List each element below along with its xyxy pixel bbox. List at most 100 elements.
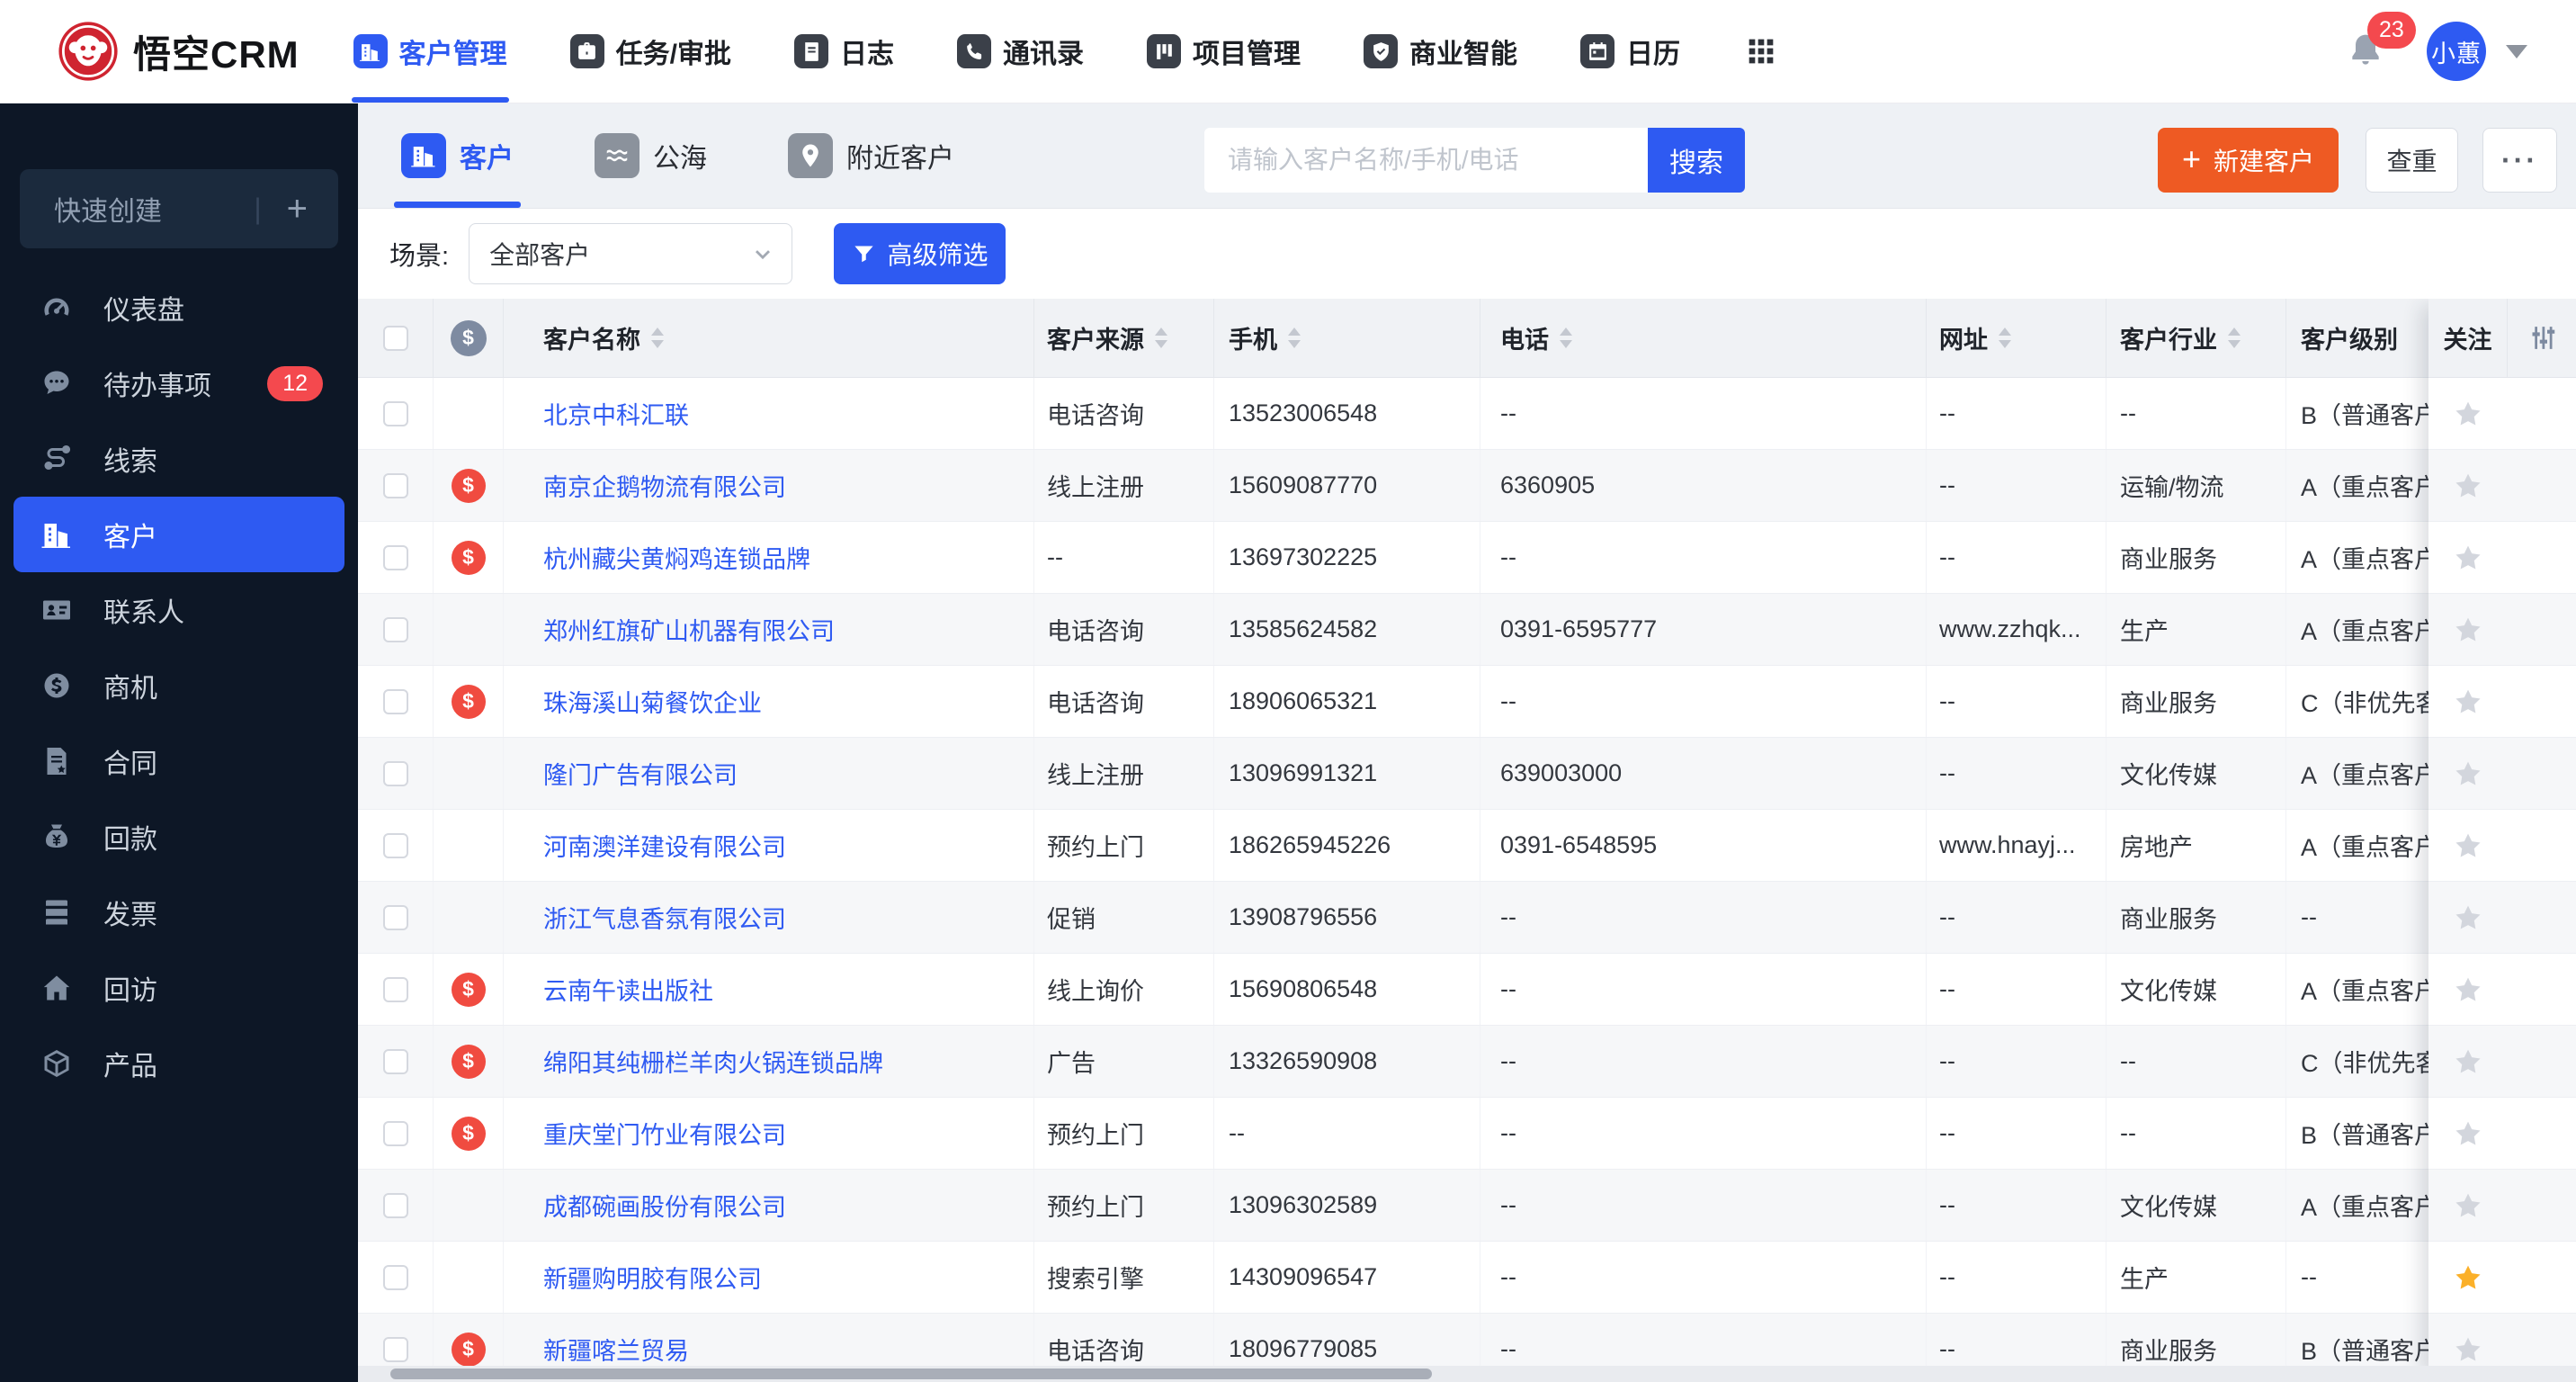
- column-header-电话[interactable]: 电话: [1480, 299, 1927, 377]
- row-checkbox[interactable]: [382, 1336, 408, 1362]
- fixed-row: [2428, 1170, 2576, 1242]
- row-checkbox[interactable]: [382, 472, 408, 498]
- follow-star-icon[interactable]: [2428, 615, 2508, 645]
- follow-star-icon[interactable]: [2428, 830, 2508, 861]
- cell-value: 639003000: [1500, 759, 1623, 786]
- plus-icon[interactable]: +: [287, 191, 308, 227]
- sidebar-item-仪表盘[interactable]: 仪表盘: [13, 270, 344, 346]
- row-checkbox[interactable]: [382, 544, 408, 570]
- scene-select[interactable]: 全部客户: [469, 223, 793, 284]
- follow-star-icon[interactable]: [2428, 1118, 2508, 1149]
- avatar[interactable]: 小蕙: [2427, 22, 2486, 81]
- column-header-select[interactable]: [358, 299, 434, 377]
- customer-name-link[interactable]: 浙江气息香氛有限公司: [543, 900, 786, 935]
- sort-arrows-icon[interactable]: [1560, 328, 1572, 348]
- row-checkbox[interactable]: [382, 616, 408, 642]
- sort-arrows-icon[interactable]: [2228, 328, 2241, 348]
- sort-arrows-icon[interactable]: [651, 328, 664, 348]
- customer-name-link[interactable]: 云南午读出版社: [543, 972, 713, 1007]
- cell-name: 成都碗画股份有限公司: [504, 1170, 1034, 1241]
- row-checkbox[interactable]: [382, 688, 408, 714]
- column-header-客户来源[interactable]: 客户来源: [1034, 299, 1214, 377]
- row-checkbox[interactable]: [382, 976, 408, 1002]
- follow-star-icon[interactable]: [2428, 1334, 2508, 1365]
- sidebar-item-发票[interactable]: 发票: [13, 875, 344, 950]
- horizontal-scrollbar-thumb[interactable]: [390, 1369, 1432, 1379]
- dedupe-button[interactable]: 查重: [2366, 128, 2458, 193]
- notifications-bell-icon[interactable]: 23: [2346, 12, 2416, 71]
- row-checkbox[interactable]: [382, 760, 408, 786]
- nav-item-日历[interactable]: 日历: [1580, 0, 1680, 103]
- row-checkbox[interactable]: [382, 1264, 408, 1290]
- customer-name-link[interactable]: 南京企鹅物流有限公司: [543, 468, 786, 503]
- apps-grid-icon[interactable]: [1743, 33, 1779, 69]
- follow-star-icon[interactable]: [2428, 974, 2508, 1005]
- search-button[interactable]: 搜索: [1648, 128, 1745, 193]
- customer-name-link[interactable]: 郑州红旗矿山机器有限公司: [543, 612, 835, 647]
- tab-附近客户[interactable]: 附近客户: [788, 103, 954, 208]
- column-header-手机[interactable]: 手机: [1214, 299, 1480, 377]
- customer-name-link[interactable]: 杭州藏尖黄焖鸡连锁品牌: [543, 540, 810, 575]
- customer-name-link[interactable]: 新疆购明胶有限公司: [543, 1260, 762, 1295]
- customer-name-link[interactable]: 河南澳洋建设有限公司: [543, 828, 786, 863]
- avatar-caret-down-icon[interactable]: [2506, 44, 2527, 58]
- customer-name-link[interactable]: 珠海溪山菊餐饮企业: [543, 684, 762, 719]
- column-header-money[interactable]: $: [434, 299, 504, 377]
- follow-star-icon[interactable]: [2428, 1262, 2508, 1293]
- more-actions-button[interactable]: ···: [2482, 128, 2557, 193]
- follow-star-icon[interactable]: [2428, 471, 2508, 501]
- follow-star-icon[interactable]: [2428, 1190, 2508, 1221]
- fixed-row: [2428, 666, 2576, 738]
- row-checkbox[interactable]: [382, 1120, 408, 1146]
- column-settings-button[interactable]: [2508, 299, 2576, 377]
- shield-check-icon: [1364, 34, 1398, 68]
- customer-name-link[interactable]: 成都碗画股份有限公司: [543, 1188, 786, 1223]
- sidebar-item-回访[interactable]: 回访: [13, 950, 344, 1026]
- sidebar-item-商机[interactable]: 商机: [13, 648, 344, 723]
- sidebar-item-回款[interactable]: 回款: [13, 799, 344, 875]
- sidebar-item-联系人[interactable]: 联系人: [13, 572, 344, 648]
- customer-name-link[interactable]: 新疆喀兰贸易: [543, 1332, 689, 1367]
- customer-name-link[interactable]: 重庆堂门竹业有限公司: [543, 1116, 786, 1151]
- nav-item-通讯录[interactable]: 通讯录: [957, 0, 1084, 103]
- search-input[interactable]: [1204, 128, 1648, 193]
- new-customer-button[interactable]: + 新建客户: [2158, 128, 2339, 193]
- row-checkbox[interactable]: [382, 832, 408, 858]
- sidebar-item-产品[interactable]: 产品: [13, 1026, 344, 1101]
- sidebar-item-待办事项[interactable]: 待办事项 12: [13, 346, 344, 421]
- sidebar-item-合同[interactable]: 合同: [13, 723, 344, 799]
- sidebar-item-客户[interactable]: 客户: [13, 497, 344, 572]
- customer-name-link[interactable]: 绵阳其纯栅栏羊肉火锅连锁品牌: [543, 1044, 883, 1079]
- nav-item-商业智能[interactable]: 商业智能: [1364, 0, 1517, 103]
- sort-arrows-icon[interactable]: [1999, 328, 2011, 348]
- sort-arrows-icon[interactable]: [1155, 328, 1167, 348]
- cell-money: [434, 1170, 504, 1241]
- quick-create-button[interactable]: 快速创建 | +: [20, 169, 338, 248]
- header-checkbox[interactable]: [382, 325, 408, 351]
- column-header-客户名称[interactable]: 客户名称: [504, 299, 1034, 377]
- row-checkbox[interactable]: [382, 400, 408, 426]
- follow-star-icon[interactable]: [2428, 543, 2508, 573]
- sidebar-item-线索[interactable]: 线索: [13, 421, 344, 497]
- sort-arrows-icon[interactable]: [1288, 328, 1301, 348]
- row-checkbox[interactable]: [382, 904, 408, 930]
- column-header-网址[interactable]: 网址: [1927, 299, 2106, 377]
- follow-star-icon[interactable]: [2428, 687, 2508, 717]
- nav-item-项目管理[interactable]: 项目管理: [1147, 0, 1301, 103]
- nav-item-客户管理[interactable]: 客户管理: [351, 0, 509, 103]
- customer-name-link[interactable]: 隆门广告有限公司: [543, 756, 738, 791]
- advanced-filter-button[interactable]: 高级筛选: [834, 223, 1006, 284]
- tab-公海[interactable]: 公海: [595, 103, 707, 208]
- tab-客户[interactable]: 客户: [394, 103, 521, 208]
- plus-icon: +: [2181, 139, 2201, 177]
- follow-star-icon[interactable]: [2428, 1046, 2508, 1077]
- nav-item-日志[interactable]: 日志: [794, 0, 894, 103]
- row-checkbox[interactable]: [382, 1048, 408, 1074]
- row-checkbox[interactable]: [382, 1192, 408, 1218]
- follow-star-icon[interactable]: [2428, 399, 2508, 429]
- follow-star-icon[interactable]: [2428, 902, 2508, 933]
- customer-name-link[interactable]: 北京中科汇联: [543, 396, 689, 431]
- column-header-客户行业[interactable]: 客户行业: [2106, 299, 2286, 377]
- follow-star-icon[interactable]: [2428, 758, 2508, 789]
- nav-item-任务/审批[interactable]: 任务/审批: [569, 0, 731, 103]
